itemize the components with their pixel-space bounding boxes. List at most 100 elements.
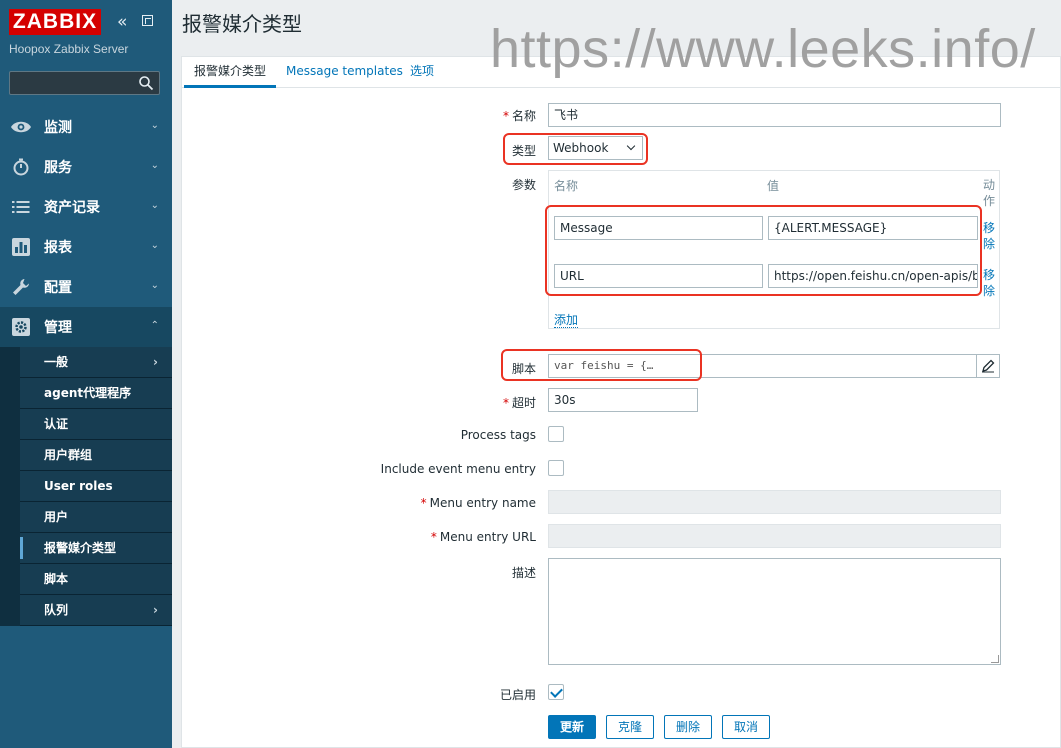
param-value-input[interactable]: {ALERT.MESSAGE} <box>768 216 978 240</box>
params-header-value: 值 <box>767 179 780 193</box>
submenu-item-general[interactable]: 一般 › <box>20 347 172 378</box>
add-param-link[interactable]: 添加 <box>554 313 579 328</box>
sidebar: ZABBIX « Hoopox Zabbix Server 监测 ⌄ 服务 ⌄ <box>0 0 172 748</box>
submenu-label: 一般 <box>44 355 69 369</box>
form-panel: 报警媒介类型 Message templates 选项 * 名称 飞书 类型 We… <box>181 56 1061 748</box>
submenu-label: 用户群组 <box>44 448 93 462</box>
chevron-up-icon: ⌃ <box>150 320 159 331</box>
resize-handle-icon[interactable] <box>991 655 999 663</box>
wrench-icon <box>10 276 32 298</box>
type-select[interactable]: Webhook <box>548 136 643 160</box>
page-title: 报警媒介类型 <box>182 12 302 36</box>
required-marker: * <box>502 396 509 410</box>
submenu-item-proxies[interactable]: agent代理程序 <box>20 378 172 409</box>
param-name-input[interactable]: URL <box>554 264 763 288</box>
menu-label: 配置 <box>44 280 72 296</box>
logo-row: ZABBIX « <box>9 9 164 37</box>
submenu-item-user-roles[interactable]: User roles <box>20 471 172 502</box>
submenu-label: 报警媒介类型 <box>44 541 117 555</box>
submenu-label: 脚本 <box>44 572 69 586</box>
gear-icon <box>10 316 32 338</box>
submenu-label: User roles <box>44 479 113 493</box>
enabled-checkbox[interactable] <box>548 684 564 700</box>
list-icon <box>10 196 32 218</box>
param-name-input[interactable]: Message <box>554 216 763 240</box>
params-header-action: 动作 <box>983 178 996 208</box>
remove-param-link[interactable]: 移除 <box>983 267 995 299</box>
menu-entry-url-label-text: Menu entry URL <box>439 530 536 544</box>
chevron-down-icon <box>626 141 636 151</box>
submenu-label: agent代理程序 <box>44 386 132 400</box>
tab-media-type[interactable]: 报警媒介类型 <box>184 57 277 88</box>
menu-item-services[interactable]: 服务 ⌄ <box>0 147 172 187</box>
process-tags-checkbox[interactable] <box>548 426 564 442</box>
include-event-menu-label: Include event menu entry <box>380 462 536 476</box>
required-marker: * <box>430 530 437 544</box>
submenu-item-users[interactable]: 用户 <box>20 502 172 533</box>
chevron-down-icon: ⌄ <box>150 120 159 131</box>
submenu-item-media-types[interactable]: 报警媒介类型 <box>20 533 172 564</box>
process-tags-label: Process tags <box>460 428 536 442</box>
menu-entry-url-input <box>548 524 1001 548</box>
clone-button[interactable]: 克隆 <box>606 715 654 739</box>
cancel-button[interactable]: 取消 <box>722 715 770 739</box>
chevron-down-icon: ⌄ <box>150 200 159 211</box>
menu-label: 服务 <box>44 160 72 176</box>
chevron-down-icon: ⌄ <box>150 160 159 171</box>
edit-script-button[interactable] <box>977 354 1000 378</box>
chevron-down-icon: ⌄ <box>150 280 159 291</box>
description-textarea[interactable] <box>548 558 1001 665</box>
params-table: 名称 值 动作 Message {ALERT.MESSAGE} 移除 URL h… <box>548 170 1000 329</box>
admin-submenu: 一般 › agent代理程序 认证 用户群组 User roles 用户 报警媒介… <box>0 347 172 626</box>
type-label: 类型 <box>511 144 536 158</box>
update-button[interactable]: 更新 <box>548 715 596 739</box>
script-label: 脚本 <box>511 362 536 376</box>
chevron-right-icon: › <box>153 603 158 617</box>
name-label: * 名称 <box>503 107 536 124</box>
pencil-icon <box>982 359 995 373</box>
search-input[interactable] <box>9 71 160 95</box>
submenu-label: 队列 <box>44 603 69 617</box>
submenu-item-authentication[interactable]: 认证 <box>20 409 172 440</box>
zabbix-logo[interactable]: ZABBIX <box>9 9 101 35</box>
timeout-label-text: 超时 <box>511 396 536 410</box>
tab-message-templates[interactable]: Message templates <box>276 57 413 88</box>
chevron-down-icon: ⌄ <box>150 240 159 251</box>
menu-item-monitoring[interactable]: 监测 ⌄ <box>0 107 172 147</box>
menu-item-configuration[interactable]: 配置 ⌄ <box>0 267 172 307</box>
submenu-label: 用户 <box>44 510 69 524</box>
watermark-text: https://www.leeks.info/ <box>490 19 1036 79</box>
bar-chart-icon <box>10 236 32 258</box>
kiosk-mode-icon[interactable] <box>142 15 153 26</box>
collapse-sidebar-icon[interactable]: « <box>117 13 127 31</box>
menu-item-administration[interactable]: 管理 ⌃ <box>0 307 172 347</box>
required-marker: * <box>502 109 509 123</box>
menu-entry-name-input <box>548 490 1001 514</box>
main-menu: 监测 ⌄ 服务 ⌄ 资产记录 ⌄ 报表 ⌄ 配置 ⌄ 管理 ⌃ 一般 › age… <box>0 107 172 626</box>
script-input[interactable]: var feishu = {… <box>548 354 977 378</box>
include-event-menu-checkbox[interactable] <box>548 460 564 476</box>
submenu-item-queue[interactable]: 队列 › <box>20 595 172 626</box>
name-label-text: 名称 <box>511 109 536 123</box>
submenu-item-scripts[interactable]: 脚本 <box>20 564 172 595</box>
timeout-input[interactable]: 30s <box>548 388 698 412</box>
menu-entry-name-label: * Menu entry name <box>421 496 536 510</box>
params-label: 参数 <box>511 178 536 192</box>
menu-item-reports[interactable]: 报表 ⌄ <box>0 227 172 267</box>
enabled-label: 已启用 <box>499 688 536 702</box>
search-icon[interactable] <box>138 75 154 91</box>
timeout-label: * 超时 <box>503 394 536 411</box>
menu-item-inventory[interactable]: 资产记录 ⌄ <box>0 187 172 227</box>
main-content: 报警媒介类型 报警媒介类型 Message templates 选项 * 名称 飞… <box>172 0 1061 748</box>
params-header-name: 名称 <box>554 179 579 193</box>
delete-button[interactable]: 删除 <box>664 715 712 739</box>
chevron-right-icon: › <box>153 355 158 369</box>
clock-icon <box>10 156 32 178</box>
tab-options[interactable]: 选项 <box>400 57 444 88</box>
param-value-input[interactable]: https://open.feishu.cn/open-apis/bot/v <box>768 264 978 288</box>
submenu-item-user-groups[interactable]: 用户群组 <box>20 440 172 471</box>
submenu-label: 认证 <box>44 417 69 431</box>
remove-param-link[interactable]: 移除 <box>983 220 995 252</box>
name-input[interactable]: 飞书 <box>548 103 1001 127</box>
menu-entry-name-label-text: Menu entry name <box>429 496 536 510</box>
